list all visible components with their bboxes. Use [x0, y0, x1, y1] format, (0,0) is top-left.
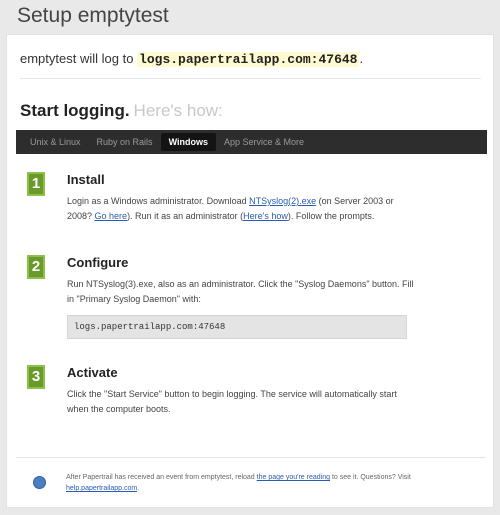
step-description: Click the "Start Service" button to begi…: [67, 389, 397, 414]
setup-card: emptytest will log to logs.papertrailapp…: [6, 34, 494, 508]
footer-note: After Papertrail has received an event f…: [16, 457, 486, 492]
log-prefix: emptytest will log to: [20, 51, 138, 66]
help-site-link[interactable]: help.papertrailapp.com: [66, 485, 137, 492]
step-number-badge: 1: [27, 172, 45, 196]
step-description: Run NTSyslog(3).exe, also as an administ…: [67, 279, 414, 304]
tab-unix-linux[interactable]: Unix & Linux: [22, 133, 89, 151]
platform-tabs: Unix & Linux Ruby on Rails Windows App S…: [16, 130, 487, 154]
log-destination: emptytest will log to logs.papertrailapp…: [20, 51, 481, 79]
tab-windows[interactable]: Windows: [160, 133, 216, 151]
step-title: Activate: [67, 365, 118, 380]
tab-app-service-more[interactable]: App Service & More: [216, 133, 312, 151]
page-title: Setup emptytest: [17, 4, 169, 27]
download-ntsyslog-link[interactable]: NTSyslog(2).exe: [249, 196, 316, 206]
step-number-badge: 3: [27, 365, 45, 389]
reload-page-link[interactable]: the page you're reading: [257, 474, 330, 481]
step-number-badge: 2: [27, 255, 45, 279]
step-title: Configure: [67, 255, 129, 270]
step-title: Install: [67, 172, 105, 187]
tab-ruby-on-rails[interactable]: Ruby on Rails: [89, 133, 161, 151]
syslog-destination-code[interactable]: logs.papertrailapp.com:47648: [67, 315, 407, 339]
heres-how-link[interactable]: Here's how: [243, 211, 288, 221]
start-title: Start logging.: [20, 101, 130, 120]
go-here-link[interactable]: Go here: [95, 211, 128, 221]
info-icon: [33, 476, 46, 489]
log-suffix: .: [359, 51, 364, 66]
log-host: logs.papertrailapp.com:47648: [137, 52, 360, 67]
footer-text: After Papertrail has received an event f…: [66, 474, 411, 492]
start-logging-heading: Start logging. Here's how:: [20, 101, 223, 121]
step-description: Login as a Windows administrator. Downlo…: [67, 196, 394, 221]
start-subtitle: Here's how:: [133, 101, 223, 120]
